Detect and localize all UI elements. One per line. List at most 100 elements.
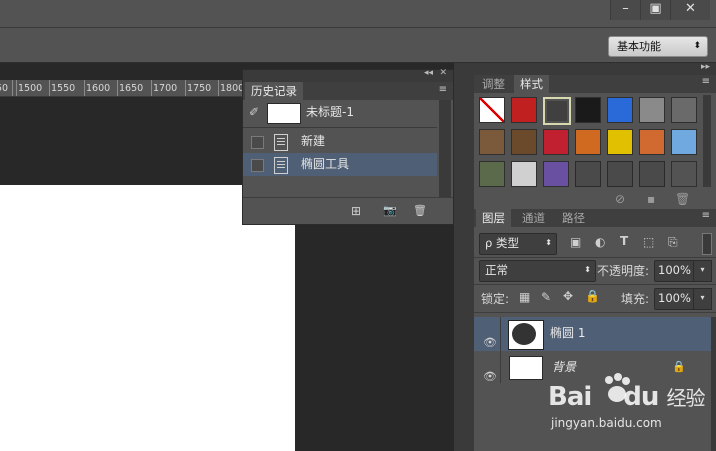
style-swatch[interactable]	[543, 97, 571, 125]
history-panel: ◂◂ ✕ 历史记录 ≡ ✐ 未标题-1 新建 椭圆工具 ⊞ 📷 🗑	[242, 68, 454, 225]
panel-menu-icon[interactable]: ≡	[702, 210, 710, 221]
snapshot-label: 未标题-1	[306, 105, 354, 119]
panel-menu-icon[interactable]: ≡	[702, 76, 710, 87]
opacity-input[interactable]: 100%	[654, 260, 698, 282]
style-swatch[interactable]	[639, 161, 665, 187]
layers-scrollbar[interactable]	[711, 317, 716, 451]
tab-styles[interactable]: 样式	[514, 75, 549, 93]
lock-all-icon[interactable]: 🔒	[585, 289, 600, 303]
ruler-tick-mark	[12, 80, 13, 96]
tab-layers[interactable]: 图层	[476, 209, 511, 227]
ruler-tick-mark	[151, 80, 152, 96]
lock-pixels-icon[interactable]: ✎	[541, 290, 551, 304]
trash-icon[interactable]: 🗑	[675, 192, 690, 206]
layer-name[interactable]: 椭圆 1	[550, 317, 585, 349]
ruler-tick-label: 1600	[86, 83, 111, 94]
history-item-label: 椭圆工具	[301, 157, 350, 171]
workspace-switcher[interactable]: 基本功能 ⬍	[608, 36, 708, 57]
watermark-brand: Bai	[548, 382, 592, 412]
style-swatch[interactable]	[479, 97, 505, 123]
chevron-down-icon[interactable]: ▾	[693, 260, 712, 282]
eye-icon[interactable]: 👁	[483, 361, 497, 393]
style-swatch[interactable]	[671, 97, 697, 123]
filter-toggle[interactable]	[702, 233, 712, 255]
style-swatch[interactable]	[575, 161, 601, 187]
style-swatch[interactable]	[511, 97, 537, 123]
minimize-button[interactable]: –	[610, 0, 640, 20]
blend-mode-select[interactable]: 正常 ⬍	[479, 260, 596, 282]
new-document-icon[interactable]: ⊞	[351, 204, 361, 218]
lock-icon: 🔒	[672, 360, 686, 373]
divider	[474, 257, 716, 258]
collapse-icon[interactable]: ▸▸	[701, 62, 710, 72]
chevron-updown-icon: ⬍	[545, 238, 552, 247]
style-swatch[interactable]	[575, 97, 601, 123]
layer-filter-select[interactable]: ρ 类型 ⬍	[479, 233, 557, 255]
style-swatch[interactable]	[479, 161, 505, 187]
style-swatch[interactable]	[671, 161, 697, 187]
style-swatch[interactable]	[511, 161, 537, 187]
style-swatch[interactable]	[479, 129, 505, 155]
style-swatch[interactable]	[575, 129, 601, 155]
restore-button[interactable]: ▣	[640, 0, 670, 20]
filter-label: ρ 类型	[485, 236, 519, 250]
ruler-tick-mark	[117, 80, 118, 96]
paw-svg	[605, 373, 630, 402]
styles-tab-row: 调整 样式 ≡	[474, 75, 716, 93]
close-button[interactable]: ✕	[670, 0, 710, 20]
history-scrollbar[interactable]	[439, 100, 451, 198]
style-swatch[interactable]	[543, 161, 569, 187]
style-swatch[interactable]	[607, 129, 633, 155]
smart-object-filter-icon[interactable]: ⎘	[668, 235, 678, 250]
history-state-icon	[274, 157, 288, 174]
ruler-tick-mark	[185, 80, 186, 96]
chevron-down-icon[interactable]: ▾	[693, 288, 712, 310]
ruler-tick-mark	[16, 80, 17, 96]
layer-name[interactable]: 背景	[552, 351, 576, 383]
lock-transparency-icon[interactable]: ▦	[519, 290, 530, 304]
shape-filter-icon[interactable]: ⬚	[643, 235, 654, 249]
history-source-checkbox[interactable]	[251, 159, 264, 172]
lock-position-icon[interactable]: ✥	[563, 289, 573, 303]
styles-scrollbar[interactable]	[703, 95, 711, 187]
style-swatch[interactable]	[639, 129, 665, 155]
styles-footer: ⊘ ▪ 🗑	[474, 189, 716, 209]
style-swatch[interactable]	[607, 97, 633, 123]
history-item-selected[interactable]: 椭圆工具	[243, 153, 437, 176]
adjustment-filter-icon[interactable]: ◐	[595, 235, 605, 249]
collapse-icon[interactable]: ◂◂	[424, 68, 433, 78]
chevron-updown-icon: ⬍	[584, 265, 591, 274]
tab-adjustments[interactable]: 调整	[476, 75, 511, 93]
type-filter-icon[interactable]: T	[620, 234, 628, 248]
history-snapshot[interactable]: ✐ 未标题-1	[243, 101, 437, 124]
close-icon[interactable]: ✕	[439, 68, 447, 78]
new-style-icon[interactable]: ▪	[647, 192, 655, 206]
style-swatch[interactable]	[639, 97, 665, 123]
style-swatch[interactable]	[543, 129, 569, 155]
fill-input[interactable]: 100%	[654, 288, 698, 310]
style-swatch[interactable]	[511, 129, 537, 155]
layer-row-ellipse[interactable]: 👁 椭圆 1	[474, 317, 716, 351]
background-thumbnail	[509, 356, 543, 380]
panel-menu-icon[interactable]: ≡	[439, 84, 447, 95]
tab-paths[interactable]: 路径	[556, 209, 591, 227]
image-filter-icon[interactable]: ▣	[570, 235, 581, 249]
ruler-tick-label: 1500	[18, 83, 43, 94]
history-item[interactable]: 新建	[243, 130, 437, 153]
panel-header-strip: ◂◂ ✕	[243, 68, 453, 82]
trash-icon[interactable]: 🗑	[413, 204, 427, 217]
clear-style-icon[interactable]: ⊘	[615, 192, 625, 206]
dock-strip: ▸▸	[474, 62, 716, 75]
layer-row-background[interactable]: 👁 背景 🔒	[474, 351, 716, 383]
blend-mode-value: 正常	[485, 263, 508, 277]
divider	[474, 284, 716, 285]
title-bar	[0, 0, 716, 28]
shape-layer-thumbnail	[508, 320, 544, 350]
tab-channels[interactable]: 通道	[516, 209, 551, 227]
style-swatch[interactable]	[671, 129, 697, 155]
style-swatch[interactable]	[607, 161, 633, 187]
tab-history[interactable]: 历史记录	[245, 82, 303, 100]
watermark-brand-cn: 经验	[666, 386, 705, 410]
camera-icon[interactable]: 📷	[383, 204, 397, 217]
history-source-checkbox[interactable]	[251, 136, 264, 149]
